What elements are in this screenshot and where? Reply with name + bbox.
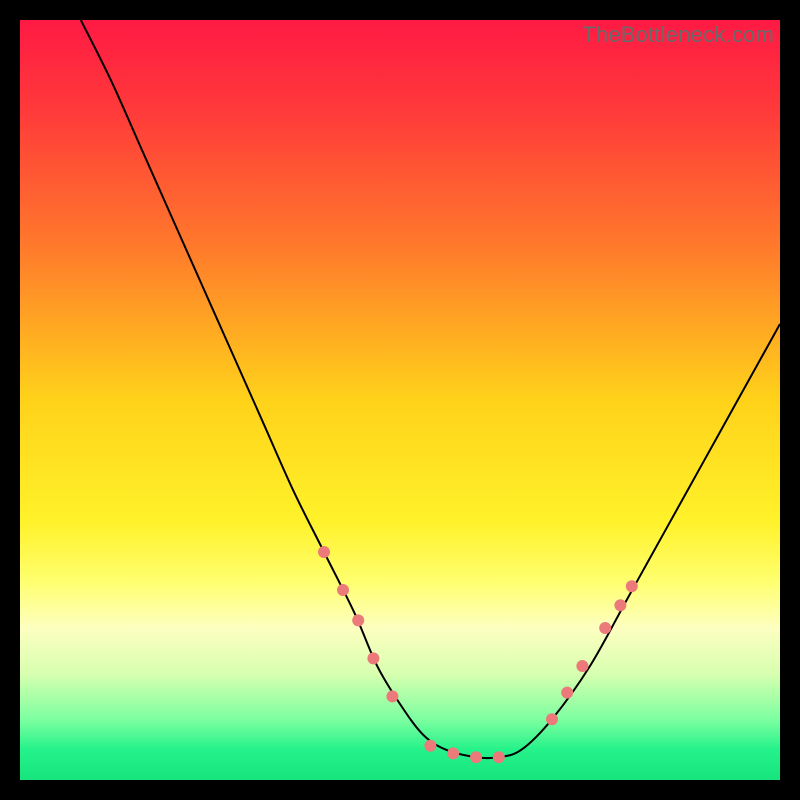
curve-marker xyxy=(367,652,379,664)
curve-marker xyxy=(599,622,611,634)
curve-marker xyxy=(424,740,436,752)
curve-marker xyxy=(561,687,573,699)
curve-marker xyxy=(470,751,482,763)
curve-marker xyxy=(386,690,398,702)
bottleneck-chart xyxy=(20,20,780,780)
curve-marker xyxy=(447,747,459,759)
curve-marker xyxy=(614,599,626,611)
curve-marker xyxy=(626,580,638,592)
curve-marker xyxy=(576,660,588,672)
curve-marker xyxy=(493,751,505,763)
chart-frame: TheBottleneck.com xyxy=(20,20,780,780)
watermark-text: TheBottleneck.com xyxy=(582,22,774,48)
curve-marker xyxy=(337,584,349,596)
curve-marker xyxy=(318,546,330,558)
curve-marker xyxy=(352,614,364,626)
curve-marker xyxy=(546,713,558,725)
